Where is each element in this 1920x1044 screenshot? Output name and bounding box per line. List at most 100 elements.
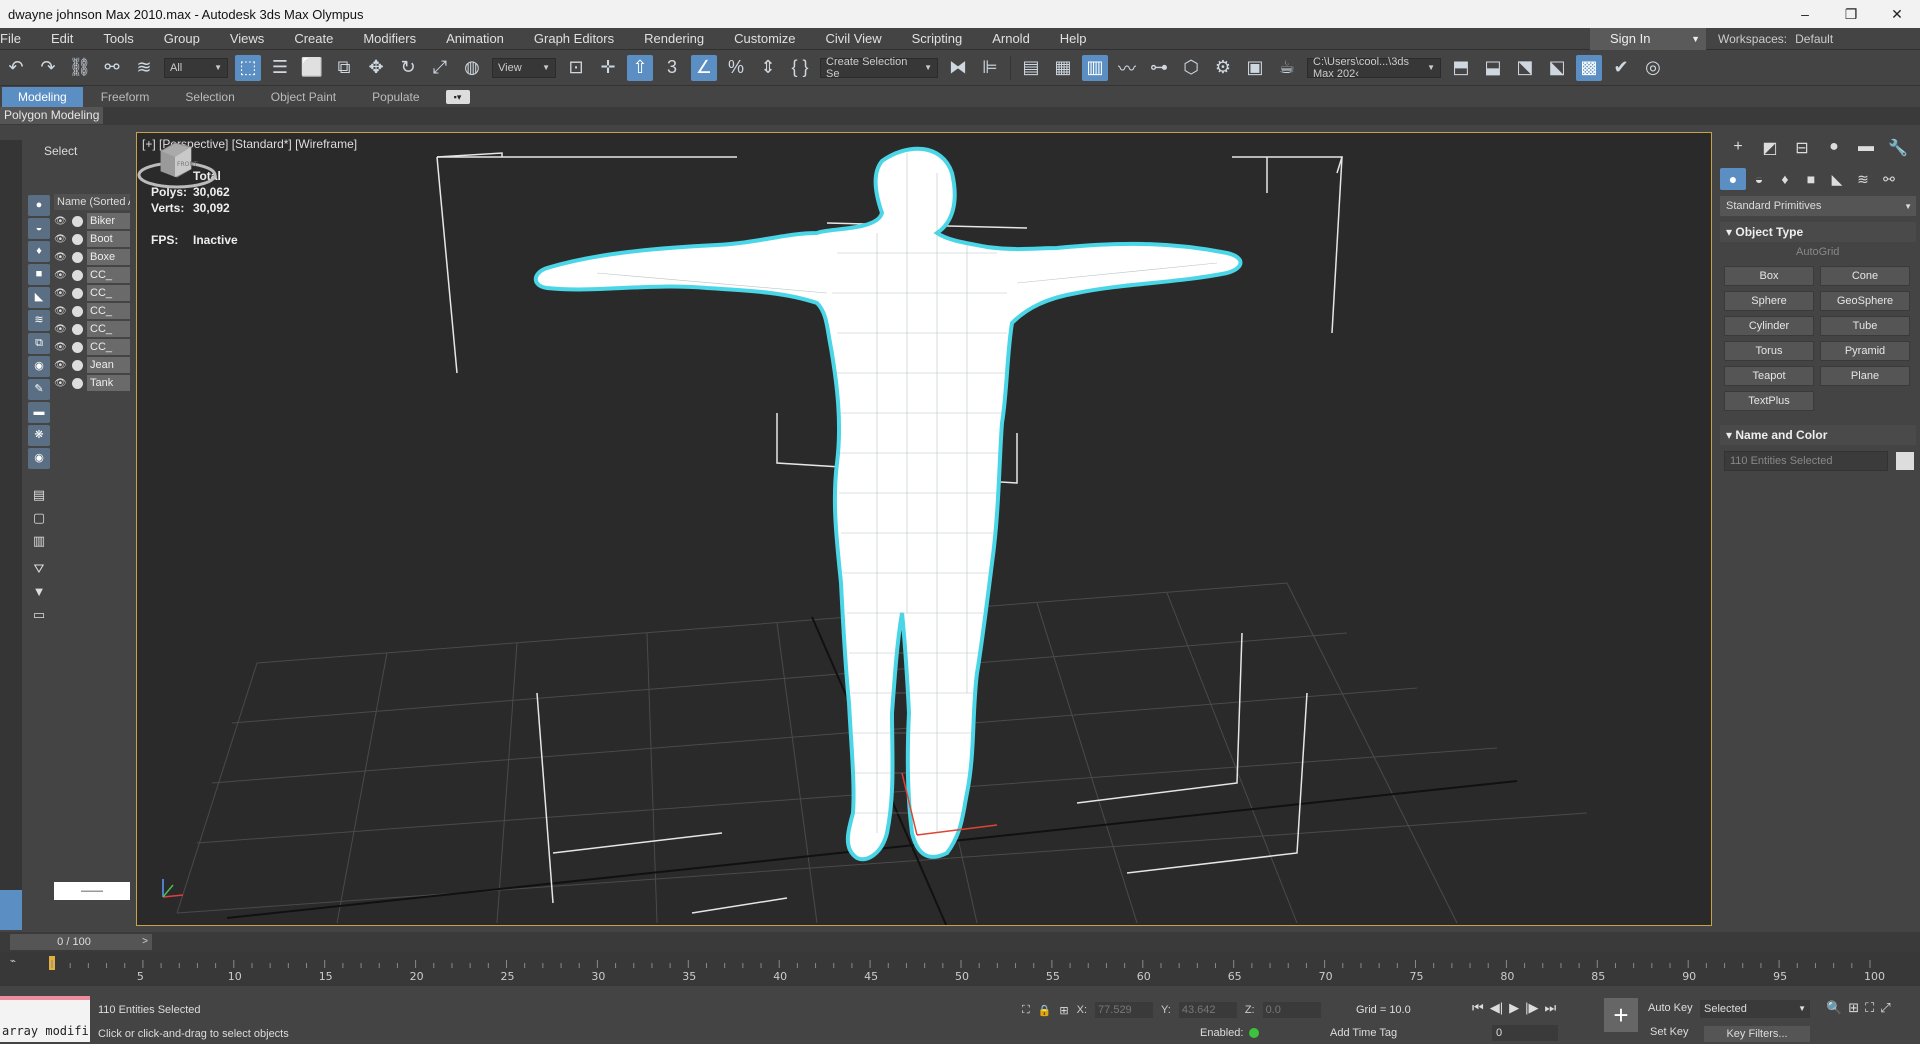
eye-icon[interactable]: 👁 <box>54 342 68 353</box>
unlink-icon[interactable]: ⚯ <box>99 55 125 81</box>
light-filter-icon[interactable]: ♦ <box>28 241 50 262</box>
shape-filter-icon[interactable]: ◒ <box>28 218 50 239</box>
export-icon[interactable]: ⬕ <box>1544 55 1570 81</box>
list-item[interactable]: 👁 CC_ <box>54 338 130 356</box>
eye-icon[interactable]: 👁 <box>54 288 68 299</box>
keyboard-shortcut-override-icon[interactable]: ⇧ <box>627 54 653 81</box>
display-tab-icon[interactable]: ▬ <box>1850 138 1882 158</box>
rectangular-selection-icon[interactable]: ⬜ <box>299 55 325 81</box>
eye-icon[interactable]: 👁 <box>54 216 68 227</box>
edit-named-selection-icon[interactable]: { } <box>787 55 813 81</box>
category-dropdown[interactable]: Standard Primitives ▼ <box>1720 196 1916 216</box>
import-icon[interactable]: ⬔ <box>1512 55 1538 81</box>
schematic-view-icon[interactable]: ⊶ <box>1146 55 1172 81</box>
selection-filter-dropdown[interactable]: All ▼ <box>164 57 228 78</box>
list-settings-icon[interactable]: ▥ <box>28 531 50 551</box>
render-dot-icon[interactable] <box>72 341 83 353</box>
auto-key-button[interactable]: Auto Key <box>1648 1002 1693 1014</box>
previous-frame-icon[interactable]: ◀| <box>1490 1000 1503 1016</box>
shapes-icon[interactable]: ◒ <box>1746 168 1772 190</box>
placement-icon[interactable]: ◍ <box>459 55 485 81</box>
menu-create[interactable]: Create <box>279 28 348 50</box>
menu-graph-editors[interactable]: Graph Editors <box>519 28 629 50</box>
object-color-swatch[interactable] <box>1896 452 1914 470</box>
mirror-icon[interactable]: ⧓ <box>945 55 971 81</box>
go-to-end-icon[interactable]: ⏭ <box>1544 1000 1556 1016</box>
maximize-button[interactable]: ❐ <box>1828 0 1874 28</box>
eye-icon[interactable]: 👁 <box>54 252 68 263</box>
render-dot-icon[interactable] <box>72 323 83 335</box>
bone-filter-icon[interactable]: ✎ <box>28 379 50 400</box>
menu-views[interactable]: Views <box>215 28 279 50</box>
menu-help[interactable]: Help <box>1045 28 1102 50</box>
zoom-icon[interactable]: 🔍 <box>1826 1000 1842 1016</box>
workspaces-selector[interactable]: Workspaces: Default <box>1718 28 1833 50</box>
visibility-filter-icon[interactable]: ◉ <box>28 448 50 469</box>
utilities-tab-icon[interactable]: 🔧 <box>1882 138 1914 158</box>
tab-populate[interactable]: Populate <box>354 87 437 107</box>
menu-edit[interactable]: Edit <box>36 28 88 50</box>
render-dot-icon[interactable] <box>72 287 83 299</box>
polygon-modeling-label[interactable]: Polygon Modeling <box>0 107 104 124</box>
cone-button[interactable]: Cone <box>1820 266 1910 286</box>
motion-tab-icon[interactable]: ● <box>1818 138 1850 158</box>
hierarchy-tab-icon[interactable]: ⊟ <box>1786 138 1818 158</box>
sync-icon[interactable]: ◎ <box>1640 55 1666 81</box>
torus-button[interactable]: Torus <box>1724 341 1814 361</box>
next-frame-icon[interactable]: |▶ <box>1525 1000 1538 1016</box>
snaps-toggle-icon[interactable]: 3 <box>659 55 685 81</box>
key-selection-dropdown[interactable]: Selected ▼ <box>1700 1000 1810 1018</box>
menu-rendering[interactable]: Rendering <box>629 28 719 50</box>
go-to-start-icon[interactable]: ⏮ <box>1472 1000 1484 1016</box>
cylinder-button[interactable]: Cylinder <box>1724 316 1814 336</box>
camera-filter-icon[interactable]: ■ <box>28 264 50 285</box>
geometry-icon[interactable]: ● <box>1720 168 1746 190</box>
menu-civil-view[interactable]: Civil View <box>811 28 897 50</box>
rendered-frame-window-icon[interactable]: ▣ <box>1242 55 1268 81</box>
key-filters-button[interactable]: Key Filters... <box>1704 1026 1810 1042</box>
move-icon[interactable]: ✥ <box>363 55 389 81</box>
tube-button[interactable]: Tube <box>1820 316 1910 336</box>
current-frame-field[interactable]: 0 <box>1492 1025 1558 1041</box>
minimize-button[interactable]: – <box>1782 0 1828 28</box>
render-setup-icon[interactable]: ⚙ <box>1210 55 1236 81</box>
named-selection-dropdown[interactable]: Create Selection Se ▼ <box>820 56 938 80</box>
z-field[interactable]: 0.0 <box>1262 1002 1321 1018</box>
folder-icon[interactable]: ▭ <box>28 605 50 625</box>
menu-group[interactable]: Group <box>149 28 215 50</box>
undo-icon[interactable]: ↶ <box>3 55 29 81</box>
eye-icon[interactable]: 👁 <box>54 306 68 317</box>
spacewarp-filter-icon[interactable]: ≋ <box>28 310 50 331</box>
viewcube-icon[interactable]: FRONT <box>137 133 217 193</box>
eye-icon[interactable]: 👁 <box>54 378 68 389</box>
select-manipulate-icon[interactable]: ✛ <box>595 55 621 81</box>
helper-filter-icon[interactable]: ◣ <box>28 287 50 308</box>
list-item[interactable]: 👁 Boot <box>54 230 130 248</box>
redo-icon[interactable]: ↷ <box>35 55 61 81</box>
cameras-icon[interactable]: ■ <box>1798 168 1824 190</box>
ribbon-options-icon[interactable]: ▪▾ <box>445 90 470 104</box>
xref-filter-icon[interactable]: ◉ <box>28 356 50 377</box>
curve-editor-icon[interactable]: 〰 <box>1114 55 1140 81</box>
link-icon[interactable]: ⛓ <box>67 55 93 81</box>
menu-arnold[interactable]: Arnold <box>977 28 1045 50</box>
check-icon[interactable]: ✔ <box>1608 55 1634 81</box>
align-icon[interactable]: ⊫ <box>977 55 1003 81</box>
name-color-rollout[interactable]: ▾ Name and Color <box>1720 425 1916 445</box>
scale-icon[interactable]: ⤢ <box>427 55 453 81</box>
create-tab-icon[interactable]: + <box>1722 138 1754 158</box>
group-filter-icon[interactable]: ⧉ <box>28 333 50 354</box>
filter-funnel-icon[interactable]: ⛛ <box>28 559 50 579</box>
render-dot-icon[interactable] <box>72 215 83 227</box>
autosave-icon[interactable]: ▩ <box>1576 54 1602 81</box>
pyramid-button[interactable]: Pyramid <box>1820 341 1910 361</box>
eye-icon[interactable]: 👁 <box>54 234 68 245</box>
list-item[interactable]: 👁 Tank <box>54 374 130 392</box>
list-item[interactable]: 👁 Boxe <box>54 248 130 266</box>
absolute-mode-icon[interactable]: ⊞ <box>1059 1004 1068 1017</box>
zoom-extents-icon[interactable]: ⛶ <box>1865 1000 1874 1016</box>
render-production-icon[interactable]: ☕ <box>1274 55 1300 81</box>
layer-explorer-icon[interactable]: ▤ <box>1018 55 1044 81</box>
spinner-snap-icon[interactable]: ⇕ <box>755 55 781 81</box>
reference-coordinate-dropdown[interactable]: View ▼ <box>492 57 556 78</box>
